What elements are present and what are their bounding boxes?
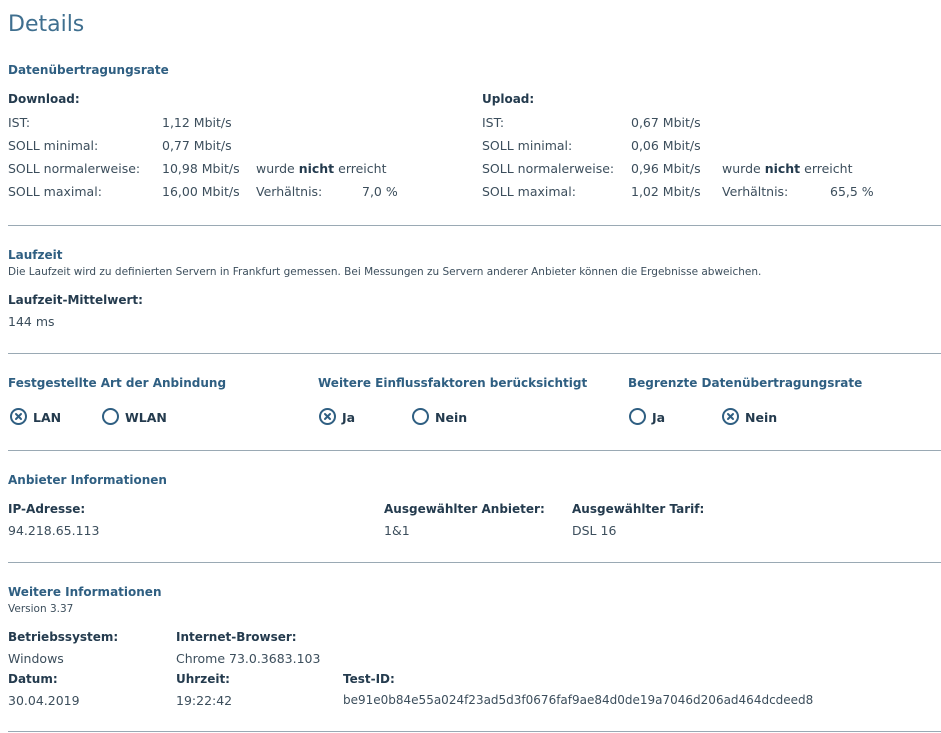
browser-value: Chrome 73.0.3683.103 [176,651,321,666]
tarif-value: DSL 16 [572,523,617,538]
divider [8,731,941,732]
download-ratio-label: Verhältnis: [256,184,323,199]
radio-lan[interactable] [10,408,27,425]
divider [8,562,941,563]
download-min-value: 0,77 Mbit/s [162,138,232,153]
factors-heading: Weitere Einflussfaktoren berücksichtigt [318,376,588,390]
limited-heading: Begrenzte Datenübertragungsrate [628,376,863,390]
time-label: Uhrzeit: [176,672,230,686]
divider [8,225,941,226]
upload-status-pre: wurde [722,161,761,176]
ip-label: IP-Adresse: [8,502,86,516]
latency-note: Die Laufzeit wird zu definierten Servern… [8,266,762,278]
upload-max-label: SOLL maximal: [482,184,576,199]
upload-ratio-label: Verhältnis: [722,184,789,199]
provider-heading: Anbieter Informationen [8,473,167,487]
radio-limited-ja-label[interactable]: Ja [652,410,665,425]
os-label: Betriebssystem: [8,630,119,644]
divider [8,353,941,354]
tarif-label: Ausgewählter Tarif: [572,502,705,516]
radio-limited-ja[interactable] [629,408,646,425]
upload-ratio-value: 65,5 % [830,184,874,199]
testid-label: Test-ID: [343,672,395,686]
upload-min-value: 0,06 Mbit/s [631,138,701,153]
radio-limited-nein-label[interactable]: Nein [745,410,777,425]
latency-avg-value: 144 ms [8,314,55,329]
download-max-label: SOLL maximal: [8,184,102,199]
x-mark-icon [15,413,22,420]
radio-limited-nein[interactable] [722,408,739,425]
page-title: Details [8,12,85,37]
radio-factors-nein-label[interactable]: Nein [435,410,467,425]
browser-label: Internet-Browser: [176,630,297,644]
download-status-post: erreicht [338,161,387,176]
divider [8,450,941,451]
upload-ist-value: 0,67 Mbit/s [631,115,701,130]
upload-min-label: SOLL minimal: [482,138,573,153]
latency-avg-label: Laufzeit-Mittelwert: [8,293,143,307]
upload-heading: Upload: [482,92,535,106]
radio-wlan[interactable] [102,408,119,425]
latency-heading: Laufzeit [8,248,63,262]
upload-normal-value: 0,96 Mbit/s [631,161,701,176]
more-heading: Weitere Informationen [8,585,162,599]
time-value: 19:22:42 [176,693,233,708]
download-max-value: 16,00 Mbit/s [162,184,240,199]
download-normal-value: 10,98 Mbit/s [162,161,240,176]
upload-status-post: erreicht [804,161,853,176]
upload-ist-label: IST: [482,115,505,130]
anbieter-value: 1&1 [384,523,410,538]
radio-factors-nein[interactable] [412,408,429,425]
radio-lan-label[interactable]: LAN [33,410,61,425]
radio-factors-ja-label[interactable]: Ja [342,410,355,425]
download-min-label: SOLL minimal: [8,138,99,153]
x-mark-icon [727,413,734,420]
download-heading: Download: [8,92,80,106]
os-value: Windows [8,651,64,666]
date-label: Datum: [8,672,58,686]
download-ist-value: 1,12 Mbit/s [162,115,232,130]
download-ist-label: IST: [8,115,31,130]
radio-factors-ja[interactable] [319,408,336,425]
download-ratio-value: 7,0 % [362,184,398,199]
download-status-pre: wurde [256,161,295,176]
ip-value: 94.218.65.113 [8,523,100,538]
anbieter-label: Ausgewählter Anbieter: [384,502,545,516]
testid-value: be91e0b84e55a024f23ad5d3f0676faf9ae84d0d… [343,693,814,707]
rate-heading: Datenübertragungsrate [8,63,169,77]
connection-heading: Festgestellte Art der Anbindung [8,376,227,390]
upload-max-value: 1,02 Mbit/s [631,184,701,199]
radio-wlan-label[interactable]: WLAN [125,410,167,425]
upload-status: wurde nicht erreicht [722,161,852,176]
upload-status-em: nicht [764,161,801,176]
download-status-em: nicht [298,161,335,176]
download-status: wurde nicht erreicht [256,161,386,176]
x-mark-icon [324,413,331,420]
date-value: 30.04.2019 [8,693,80,708]
upload-normal-label: SOLL normalerweise: [482,161,615,176]
download-normal-label: SOLL normalerweise: [8,161,141,176]
version-text: Version 3.37 [8,603,74,615]
